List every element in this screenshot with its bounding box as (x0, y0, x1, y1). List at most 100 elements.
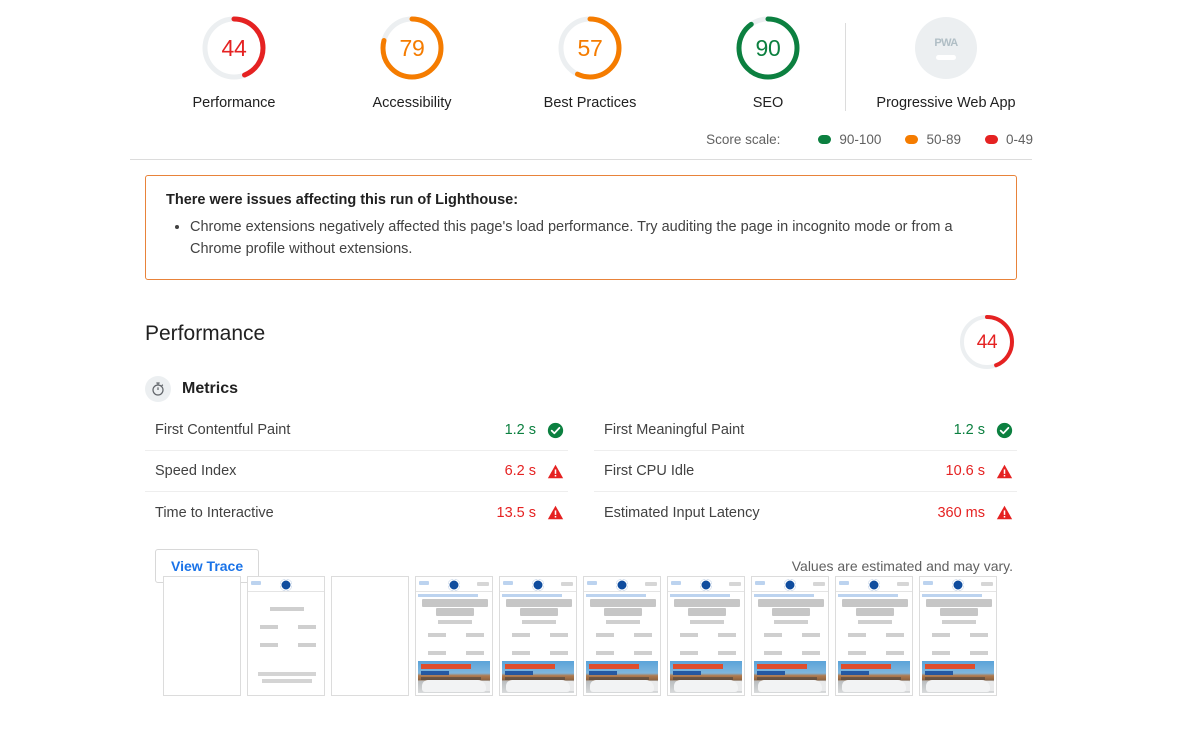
frame-hero-image (502, 661, 574, 693)
frame-heading-line (422, 599, 488, 607)
pwa-badge-text: PWA (934, 36, 958, 49)
score-scale-range-green: 90-100 (839, 132, 882, 147)
metric-result: 10.6 s (946, 463, 1014, 480)
frame-cell-label (718, 633, 736, 637)
metric-row[interactable]: First CPU Idle 10.6 s (594, 451, 1017, 492)
frame-url-chip (923, 581, 933, 585)
gauge-label-performance: Performance (192, 95, 276, 111)
category-gauge-seo[interactable]: 90 SEO (679, 12, 857, 111)
filmstrip-frame[interactable] (751, 576, 829, 696)
frame-paragraph-line (262, 679, 312, 683)
frame-hero-subtitle (421, 671, 449, 675)
gauge-label-accessibility: Accessibility (372, 95, 452, 111)
frame-toolbar-icons (897, 582, 909, 586)
header-divider (130, 159, 1032, 160)
frame-site-logo-icon (280, 579, 292, 591)
score-scale: Score scale: 90-100 50-89 0-49 (0, 132, 1033, 147)
metric-name: Estimated Input Latency (604, 504, 760, 521)
frame-banner-line (502, 594, 562, 597)
filmstrip-frame[interactable] (667, 576, 745, 696)
frame-toolbar-icons (813, 582, 825, 586)
gauge-ring-performance: 44 (198, 12, 270, 84)
filmstrip-frame[interactable] (415, 576, 493, 696)
performance-score-value: 44 (976, 331, 998, 353)
score-scale-pill-orange (905, 135, 919, 144)
frame-site-logo-icon (532, 579, 544, 591)
frame-url-chip (503, 581, 513, 585)
frame-hero-title (589, 664, 639, 669)
gauge-label-pwa: Progressive Web App (876, 95, 1016, 111)
filmstrip-frame[interactable] (835, 576, 913, 696)
frame-url-chip (671, 581, 681, 585)
category-gauge-performance[interactable]: 44 Performance (145, 12, 323, 111)
frame-hero-image (838, 661, 910, 693)
metric-row[interactable]: First Meaningful Paint 1.2 s (594, 410, 1017, 451)
frame-cell-label (428, 651, 446, 655)
run-warnings-title: There were issues affecting this run of … (166, 192, 519, 208)
frame-hero-image (418, 661, 490, 693)
frame-banner-line (754, 594, 814, 597)
frame-toolbar-icons (645, 582, 657, 586)
frame-hero-title (673, 664, 723, 669)
score-scale-item-green: 90-100 (818, 132, 881, 147)
frame-toolbar-icons (561, 582, 573, 586)
metric-row[interactable]: Speed Index 6.2 s (145, 451, 568, 492)
frame-cell-label (466, 651, 484, 655)
frame-heading-line (856, 608, 894, 616)
frame-hero-car-image (506, 680, 570, 692)
metric-name: First Meaningful Paint (604, 422, 745, 438)
frame-cell-label (512, 633, 530, 637)
score-scale-pill-green (818, 135, 832, 144)
gauge-ring-best-practices: 57 (554, 12, 626, 84)
metric-row[interactable]: First Contentful Paint 1.2 s (145, 410, 568, 451)
score-scale-range-orange: 50-89 (926, 132, 961, 147)
filmstrip-frame[interactable] (163, 576, 241, 696)
filmstrip-frame[interactable] (583, 576, 661, 696)
frame-banner-line (670, 594, 730, 597)
metric-row[interactable]: Time to Interactive 13.5 s (145, 492, 568, 533)
metric-result: 360 ms (937, 504, 1013, 521)
category-gauge-pwa[interactable]: PWA Progressive Web App (857, 12, 1035, 111)
category-gauge-best-practices[interactable]: 57 Best Practices (501, 12, 679, 111)
frame-hero-image (586, 661, 658, 693)
frame-hero-subtitle (589, 671, 617, 675)
frame-hero-subtitle (505, 671, 533, 675)
filmstrip-frame[interactable] (247, 576, 325, 696)
frame-subtitle-line (858, 620, 892, 624)
metric-name: First Contentful Paint (155, 422, 291, 438)
frame-subtitle-line (942, 620, 976, 624)
frame-cell-label (596, 633, 614, 637)
metrics-heading: Metrics (182, 380, 239, 397)
metric-result: 6.2 s (505, 463, 564, 480)
frame-heading-line (590, 599, 656, 607)
frame-subtitle-line (270, 607, 304, 611)
pwa-badge-dash (936, 54, 956, 60)
frame-cell-label (298, 625, 316, 629)
filmstrip-frame[interactable] (331, 576, 409, 696)
performance-score-gauge[interactable]: 44 (957, 312, 1017, 372)
frame-cell-label (634, 633, 652, 637)
gauge-score-best-practices: 57 (577, 34, 603, 61)
metric-row[interactable]: Estimated Input Latency 360 ms (594, 492, 1017, 533)
frame-subtitle-line (438, 620, 472, 624)
frame-hero-subtitle (757, 671, 785, 675)
gauge-score-accessibility: 79 (399, 34, 425, 61)
category-gauge-accessibility[interactable]: 79 Accessibility (323, 12, 501, 111)
frame-hero-image (670, 661, 742, 693)
gauge-ring-seo: 90 (732, 12, 804, 84)
frame-cell-label (764, 651, 782, 655)
frame-heading-line (688, 608, 726, 616)
frame-toolbar-icons (477, 582, 489, 586)
frame-url-chip (587, 581, 597, 585)
frame-hero-subtitle (841, 671, 869, 675)
frame-cell-label (886, 651, 904, 655)
score-gauges-strip: 44 Performance 79 Accessibility 57 Best … (0, 0, 1183, 128)
frame-banner-line (418, 594, 478, 597)
frame-hero-subtitle (673, 671, 701, 675)
frame-toolbar-icons (729, 582, 741, 586)
frame-url-chip (755, 581, 765, 585)
filmstrip-frame[interactable] (919, 576, 997, 696)
filmstrip-frame[interactable] (499, 576, 577, 696)
frame-cell-label (428, 633, 446, 637)
metric-value: 10.6 s (945, 463, 986, 479)
